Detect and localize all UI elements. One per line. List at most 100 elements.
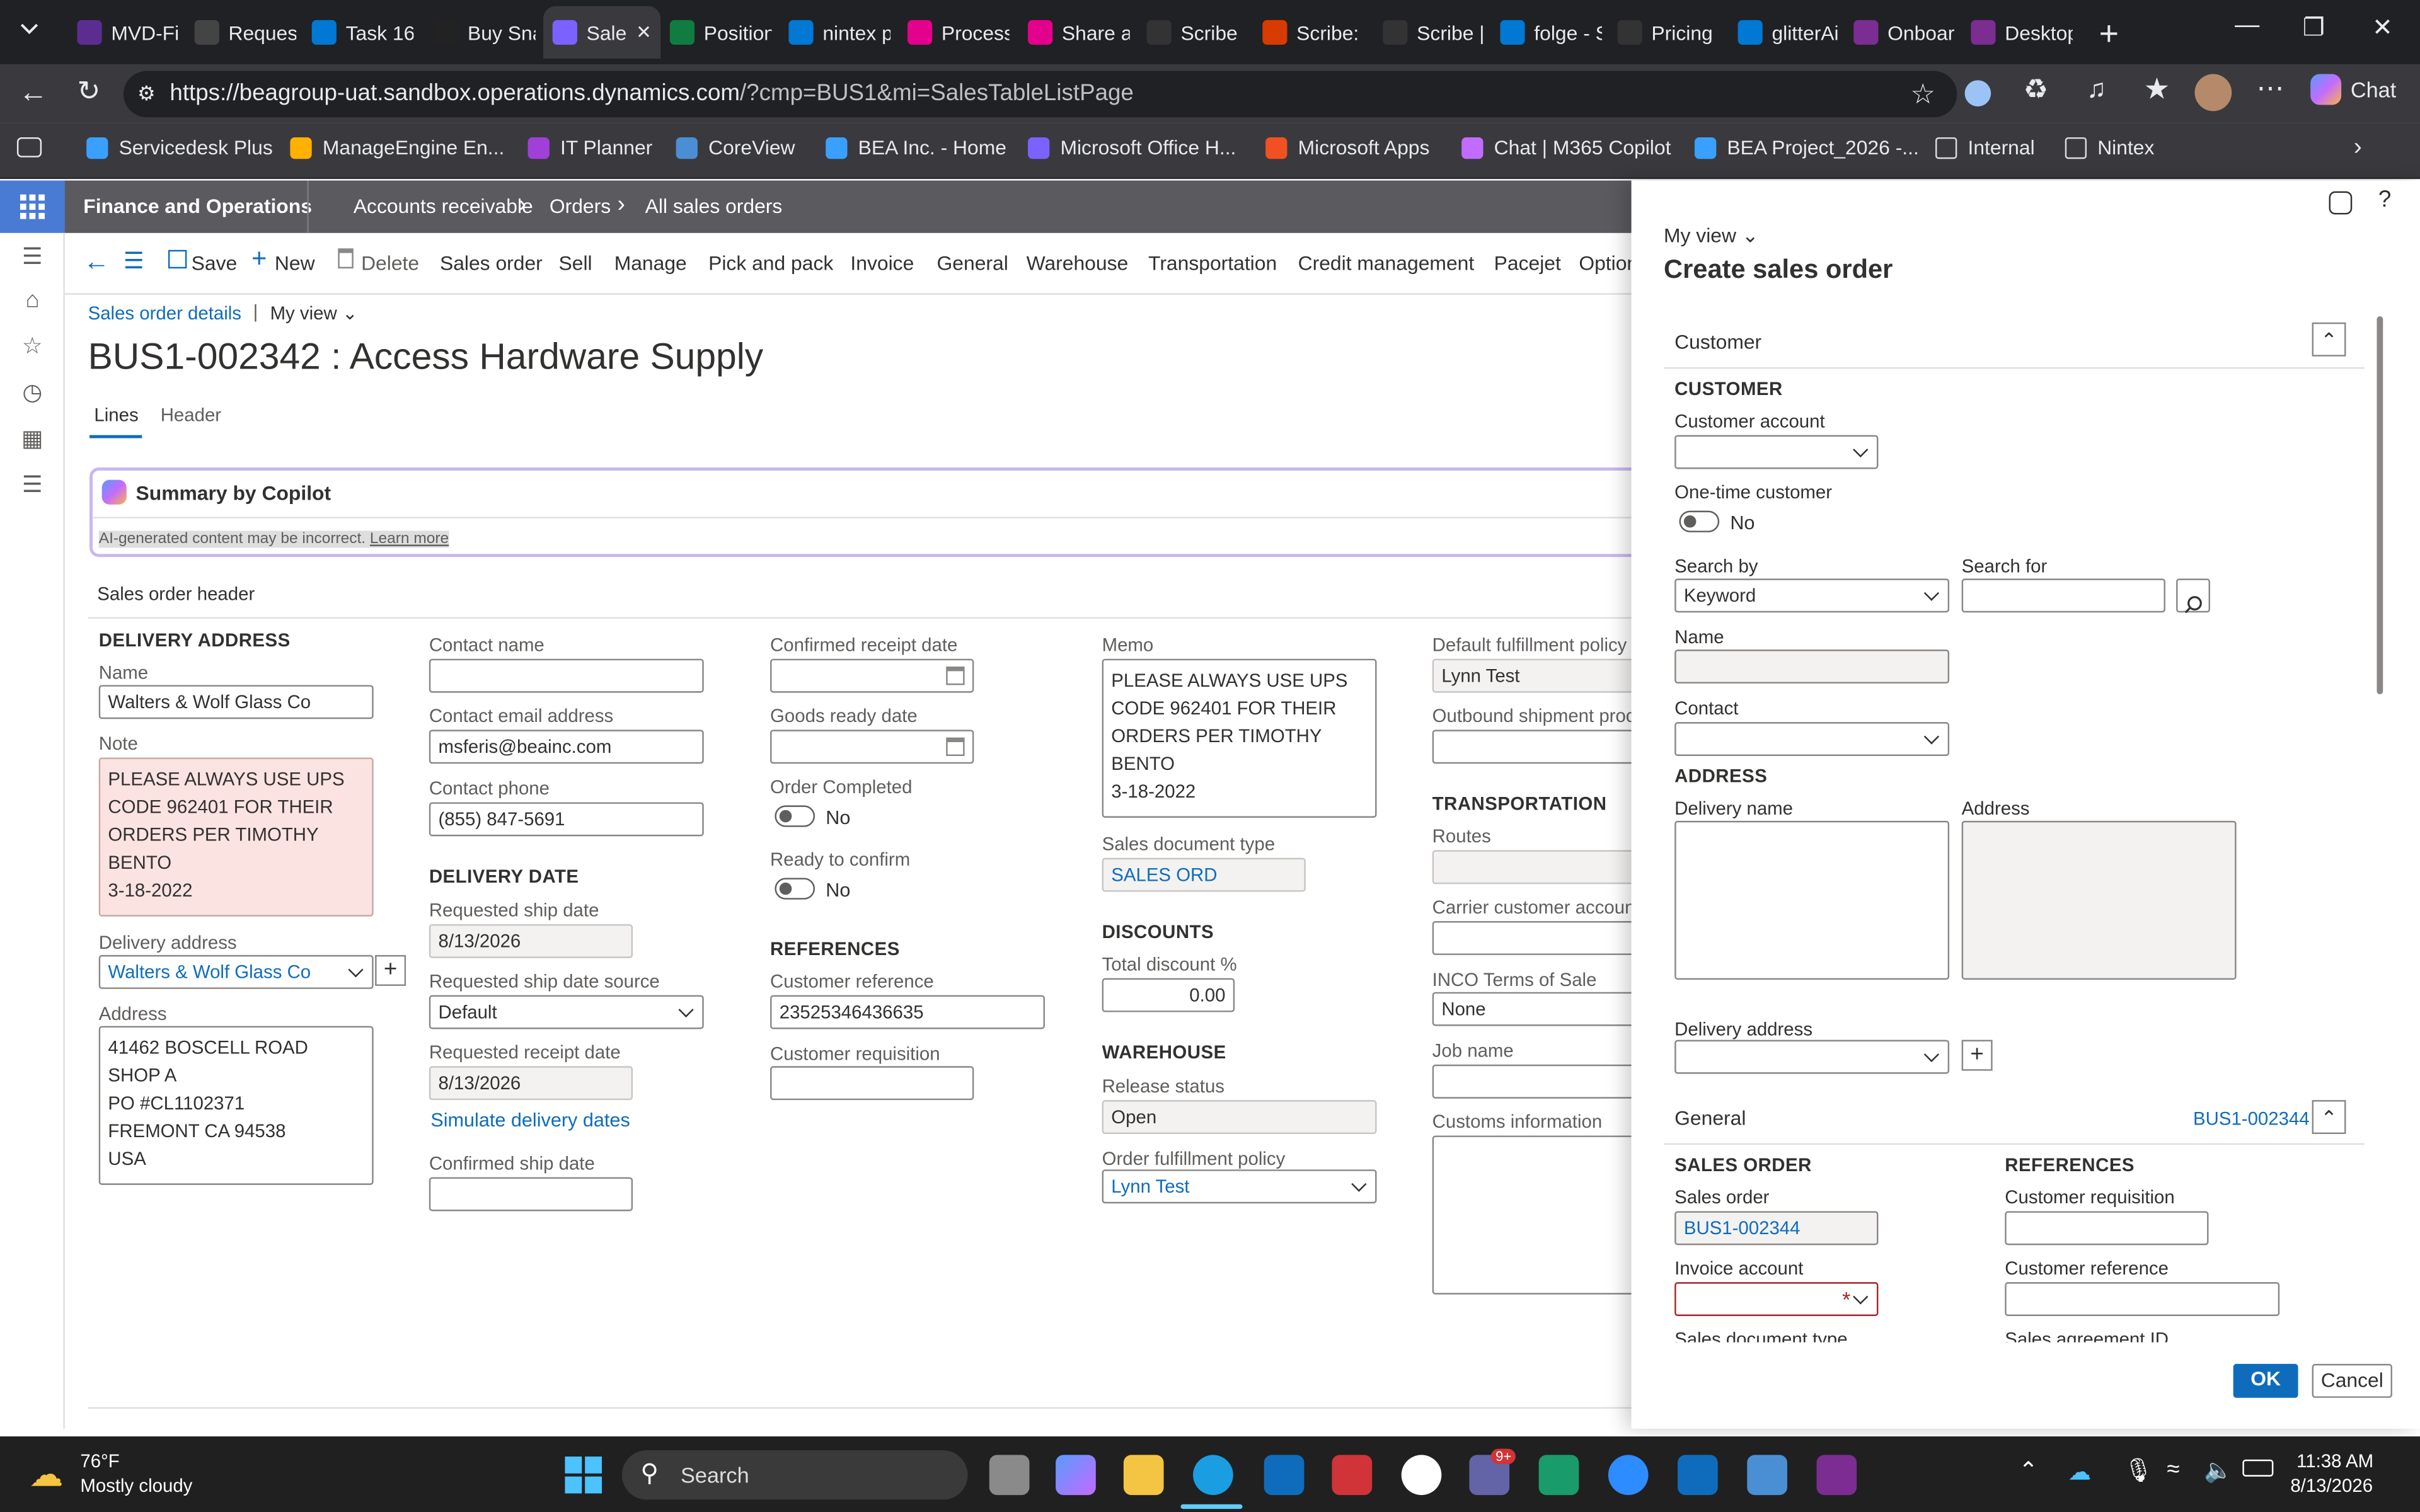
bookmark-item[interactable]: Microsoft Apps <box>1265 136 1429 159</box>
breadcrumb-all-sales-orders[interactable]: All sales orders <box>645 195 783 218</box>
m365-icon[interactable] <box>1056 1455 1096 1496</box>
customer-collapse-chevron-icon[interactable]: ⌃ <box>2312 322 2346 357</box>
search-icon[interactable] <box>2176 578 2210 614</box>
snipping-tool-icon[interactable] <box>1332 1455 1373 1496</box>
action-tab-general[interactable]: General <box>937 251 1008 275</box>
hamburger-menu-icon[interactable]: ☰ <box>18 242 46 270</box>
requested-ship-date-source-dropdown[interactable]: Default <box>429 995 704 1029</box>
browser-tab[interactable]: Sale ✕ <box>543 6 661 59</box>
back-icon[interactable]: ← <box>83 247 110 278</box>
bookmark-item[interactable]: Internal <box>1935 136 2035 159</box>
bookmark-item[interactable]: Microsoft Office H... <box>1028 136 1236 159</box>
panel-customer-reference-field[interactable] <box>2005 1282 2280 1316</box>
panel-address-field[interactable] <box>1961 820 2237 980</box>
microphone-icon[interactable]: 🎙 <box>2124 1457 2153 1484</box>
general-group-header[interactable]: General <box>1674 1106 1746 1130</box>
customer-requisition-field[interactable] <box>770 1066 974 1101</box>
browser-tab[interactable]: Scribe: / <box>1253 6 1364 59</box>
modules-list-icon[interactable]: ☰ <box>18 471 46 498</box>
browser-tab[interactable]: glitterAi <box>1729 6 1840 59</box>
requested-receipt-date-field[interactable]: 8/13/2026 <box>429 1066 633 1101</box>
bookmark-item[interactable]: BEA Project_2026 -... <box>1695 136 1919 159</box>
action-tab-pacejet[interactable]: Pacejet <box>1494 251 1561 275</box>
app-icon[interactable] <box>1538 1455 1579 1496</box>
app-launcher-icon[interactable] <box>0 180 65 233</box>
action-tab-sell[interactable]: Sell <box>559 251 592 275</box>
search-for-field[interactable] <box>1961 578 2165 613</box>
one-time-customer-toggle[interactable] <box>1679 510 1720 532</box>
routes-field[interactable] <box>1432 850 1649 885</box>
customer-account-dropdown[interactable] <box>1674 435 1879 469</box>
back-arrow-icon[interactable]: ← <box>18 77 48 111</box>
restore-icon[interactable]: ❐ <box>2303 13 2325 43</box>
list-icon[interactable]: ☰ <box>124 247 144 275</box>
task-view-icon[interactable] <box>989 1455 1030 1496</box>
favorites-star-icon[interactable]: ☆ <box>18 332 46 360</box>
name-field[interactable] <box>1674 650 1950 684</box>
new-tab-plus-icon[interactable]: + <box>2099 14 2119 54</box>
simulate-delivery-dates-link[interactable]: Simulate delivery dates <box>430 1109 630 1131</box>
memo-field[interactable]: PLEASE ALWAYS USE UPS CODE 962401 FOR TH… <box>1102 658 1377 818</box>
learn-more-link[interactable]: Learn more <box>370 530 449 547</box>
remote-desktop-icon[interactable] <box>1678 1455 1718 1496</box>
sales-order-header-label[interactable]: Sales order header <box>97 583 255 605</box>
chatgpt-icon[interactable] <box>1401 1455 1442 1496</box>
customer-reference-field[interactable]: 23525346436635 <box>770 995 1045 1029</box>
tab-header[interactable]: Header <box>161 404 221 426</box>
order-fulfillment-policy-dropdown[interactable]: Lynn Test <box>1102 1169 1377 1204</box>
default-fulfillment-policy-field[interactable]: Lynn Test <box>1432 658 1649 693</box>
profile-avatar[interactable] <box>2194 74 2232 112</box>
search-by-dropdown[interactable]: Keyword <box>1674 578 1950 613</box>
contact-phone-field[interactable]: (855) 847-5691 <box>429 802 704 837</box>
copilot-chat-button[interactable]: Chat <box>2310 74 2396 105</box>
app-icon[interactable] <box>1816 1455 1857 1496</box>
action-tab-warehouse[interactable]: Warehouse <box>1027 251 1129 275</box>
panel-scrollbar[interactable] <box>2377 316 2383 695</box>
browser-tab[interactable]: Desktop <box>1962 6 2073 59</box>
wifi-icon[interactable]: ≈ <box>2167 1457 2179 1483</box>
bookmark-item[interactable]: IT Planner <box>527 136 652 159</box>
more-options-icon[interactable]: ⋯ <box>2256 72 2284 105</box>
browser-tab[interactable]: Scribe | <box>1374 6 1485 59</box>
bookmarks-overflow-icon[interactable]: › <box>2354 134 2362 162</box>
file-explorer-icon[interactable] <box>1123 1455 1164 1496</box>
contact-name-field[interactable] <box>429 658 704 693</box>
browser-tab[interactable]: Scribe <box>1138 6 1248 59</box>
onedrive-icon[interactable]: ☁ <box>2068 1458 2092 1486</box>
general-collapse-chevron-icon[interactable]: ⌃ <box>2312 1100 2346 1135</box>
goods-ready-date-field[interactable] <box>770 730 974 764</box>
taskbar-search-box[interactable]: ⚲ Search <box>621 1450 968 1500</box>
favorite-star-icon[interactable]: ☆ <box>1911 71 1936 117</box>
password-manager-icon[interactable] <box>1964 80 1991 106</box>
customer-group-header[interactable]: Customer <box>1674 330 1761 353</box>
sales-document-type-field[interactable]: SALES ORD <box>1102 857 1306 892</box>
clock-date[interactable]: 8/13/2026 <box>2290 1475 2373 1496</box>
customs-information-field[interactable] <box>1432 1135 1649 1295</box>
job-name-field[interactable] <box>1432 1064 1649 1099</box>
inco-terms-field[interactable]: None <box>1432 992 1649 1026</box>
media-icon[interactable]: ♫ <box>2087 74 2106 105</box>
carrier-customer-account-dropdown[interactable] <box>1432 921 1649 955</box>
panel-customer-requisition-field[interactable] <box>2005 1211 2209 1246</box>
close-tab-icon[interactable]: ✕ <box>636 21 652 43</box>
note-field[interactable]: PLEASE ALWAYS USE UPS CODE 962401 FOR TH… <box>98 757 374 917</box>
new-plus-icon[interactable]: + <box>251 244 267 275</box>
collections-icon[interactable] <box>16 137 42 158</box>
weather-temp[interactable]: 76°F <box>80 1450 119 1472</box>
app-icon[interactable] <box>1747 1455 1787 1496</box>
outlook-icon[interactable] <box>1264 1455 1305 1496</box>
add-address-plus-icon[interactable]: + <box>375 954 406 986</box>
breadcrumb-orders[interactable]: Orders <box>550 195 611 218</box>
save-button[interactable]: Save <box>192 251 238 275</box>
home-icon[interactable]: ⌂ <box>18 287 46 315</box>
browser-tab[interactable]: MVD-Fi <box>68 6 179 59</box>
start-windows-icon[interactable] <box>565 1456 602 1498</box>
tray-chevron-icon[interactable]: ⌃ <box>2019 1457 2038 1484</box>
close-window-icon[interactable]: ✕ <box>2372 13 2393 43</box>
weather-cloud-icon[interactable]: ☁ <box>30 1455 64 1495</box>
ready-to-confirm-toggle[interactable] <box>775 878 815 900</box>
zoom-icon[interactable] <box>1608 1455 1649 1496</box>
sales-order-field[interactable]: BUS1-002344 <box>1674 1211 1879 1246</box>
delete-trash-icon[interactable] <box>338 248 354 269</box>
tab-list-chevron-icon[interactable] <box>18 18 40 40</box>
